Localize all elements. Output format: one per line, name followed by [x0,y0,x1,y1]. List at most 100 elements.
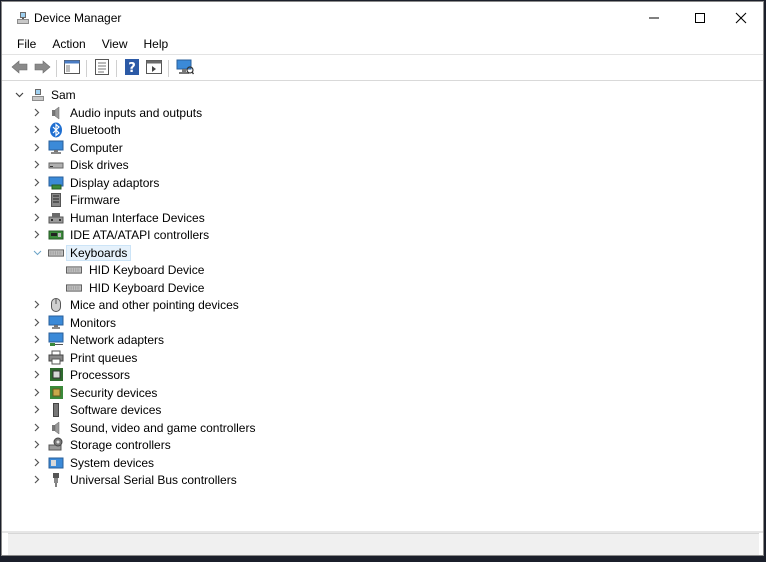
tree-node-disk-drives[interactable]: Disk drives [30,156,250,173]
tree-root-label: Sam [51,88,76,102]
back-icon [11,60,29,77]
disk-drive-icon [48,156,64,173]
title-bar[interactable]: Device Manager [2,2,763,33]
tree-node-label: Mice and other pointing devices [70,298,239,312]
menu-file[interactable]: File [9,35,44,53]
tree-node-audio[interactable]: Audio inputs and outputs [30,104,250,121]
tree-node-sound-video-game[interactable]: Sound, video and game controllers [30,419,270,436]
device-tree[interactable]: Sam Audio inputs and outputs Bluetooth C… [2,82,763,532]
expand-chevron-icon[interactable] [30,191,44,208]
bluetooth-icon [48,121,64,138]
expand-chevron-icon[interactable] [30,314,44,331]
expand-chevron-icon[interactable] [30,384,44,401]
tree-leaf-hid-keyboard-device[interactable]: HID Keyboard Device [66,279,266,296]
tree-node-display-adaptors[interactable]: Display adaptors [30,174,250,191]
tree-node-ide-controllers[interactable]: IDE ATA/ATAPI controllers [30,226,250,243]
tree-node-label: Sound, video and game controllers [70,421,256,435]
expand-chevron-icon[interactable] [30,296,44,313]
collapse-chevron-icon[interactable] [12,86,26,103]
security-device-icon [48,384,64,401]
expand-chevron-icon[interactable] [30,331,44,348]
expand-chevron-icon[interactable] [30,419,44,436]
speaker-icon [48,104,64,121]
menu-action[interactable]: Action [44,35,93,53]
computer-root-icon [30,86,46,103]
back-button[interactable] [10,59,30,78]
tree-node-network-adapters[interactable]: Network adapters [30,331,250,348]
tree-node-firmware[interactable]: Firmware [30,191,250,208]
expand-chevron-icon[interactable] [30,209,44,226]
tree-node-label: Print queues [70,351,138,365]
tree-node-bluetooth[interactable]: Bluetooth [30,121,250,138]
tree-node-keyboards[interactable]: Keyboards [30,244,250,261]
tree-node-label: Disk drives [70,158,129,172]
properties-button[interactable] [92,59,112,78]
tree-node-label: Processors [70,368,131,382]
computer-icon [48,139,64,156]
expand-chevron-icon[interactable] [30,226,44,243]
storage-controller-icon [48,436,64,453]
tree-leaf-label: HID Keyboard Device [89,263,205,277]
tree-node-usb-controllers[interactable]: Universal Serial Bus controllers [30,471,270,488]
status-bar [8,533,759,555]
scan-hardware-icon [176,59,195,78]
forward-button[interactable] [32,59,52,78]
window-title: Device Manager [34,11,122,25]
tree-node-label: Monitors [70,316,117,330]
keyboard-icon [66,279,82,296]
usb-icon [48,471,64,488]
tree-leaf-hid-keyboard-device[interactable]: HID Keyboard Device [66,261,266,278]
tree-node-label: Storage controllers [70,438,171,452]
tree-node-system-devices[interactable]: System devices [30,454,250,471]
minimize-button[interactable] [631,2,677,33]
tree-node-security-devices[interactable]: Security devices [30,384,250,401]
tree-node-software-devices[interactable]: Software devices [30,401,250,418]
collapse-chevron-icon[interactable] [30,244,44,261]
action-pane-button[interactable] [144,59,164,78]
expand-chevron-icon[interactable] [30,349,44,366]
show-hide-console-tree-button[interactable] [62,59,82,78]
network-adapter-icon [48,331,64,348]
tree-node-storage-controllers[interactable]: Storage controllers [30,436,250,453]
toolbar-separator [116,60,117,77]
menu-view[interactable]: View [94,35,136,53]
tree-node-processors[interactable]: Processors [30,366,250,383]
toolbar-separator [56,60,57,77]
expand-chevron-icon[interactable] [30,401,44,418]
tree-node-label: Software devices [70,403,162,417]
mouse-icon [48,296,64,313]
tree-node-label: Universal Serial Bus controllers [70,473,237,487]
close-button[interactable] [718,2,763,33]
tree-node-label: Security devices [70,386,158,400]
expand-chevron-icon[interactable] [30,454,44,471]
expand-chevron-icon[interactable] [30,174,44,191]
expand-chevron-icon[interactable] [30,121,44,138]
expand-chevron-icon[interactable] [30,471,44,488]
maximize-button[interactable] [677,2,723,33]
scan-hardware-button[interactable] [175,59,195,78]
tree-node-label: Keyboards [65,245,132,261]
hid-icon [48,209,64,226]
tree-node-human-interface-devices[interactable]: Human Interface Devices [30,209,250,226]
tree-node-monitors[interactable]: Monitors [30,314,250,331]
properties-icon [95,59,109,78]
expand-chevron-icon[interactable] [30,366,44,383]
tree-node-label: System devices [70,456,155,470]
monitor-icon [48,314,64,331]
menu-help[interactable]: Help [136,35,177,53]
device-manager-window: Device Manager File Action View Help ? S… [1,1,764,556]
tree-node-label: Computer [70,141,123,155]
toolbar-separator [168,60,169,77]
expand-chevron-icon[interactable] [30,104,44,121]
expand-chevron-icon[interactable] [30,436,44,453]
toolbar: ? [2,54,763,81]
tree-node-label: IDE ATA/ATAPI controllers [70,228,210,242]
tree-root-node[interactable]: Sam [12,86,212,103]
expand-chevron-icon[interactable] [30,156,44,173]
tree-node-mice[interactable]: Mice and other pointing devices [30,296,270,313]
tree-node-computer[interactable]: Computer [30,139,250,156]
help-button[interactable]: ? [122,59,142,78]
expand-chevron-icon[interactable] [30,139,44,156]
tree-node-print-queues[interactable]: Print queues [30,349,250,366]
processor-icon [48,366,64,383]
